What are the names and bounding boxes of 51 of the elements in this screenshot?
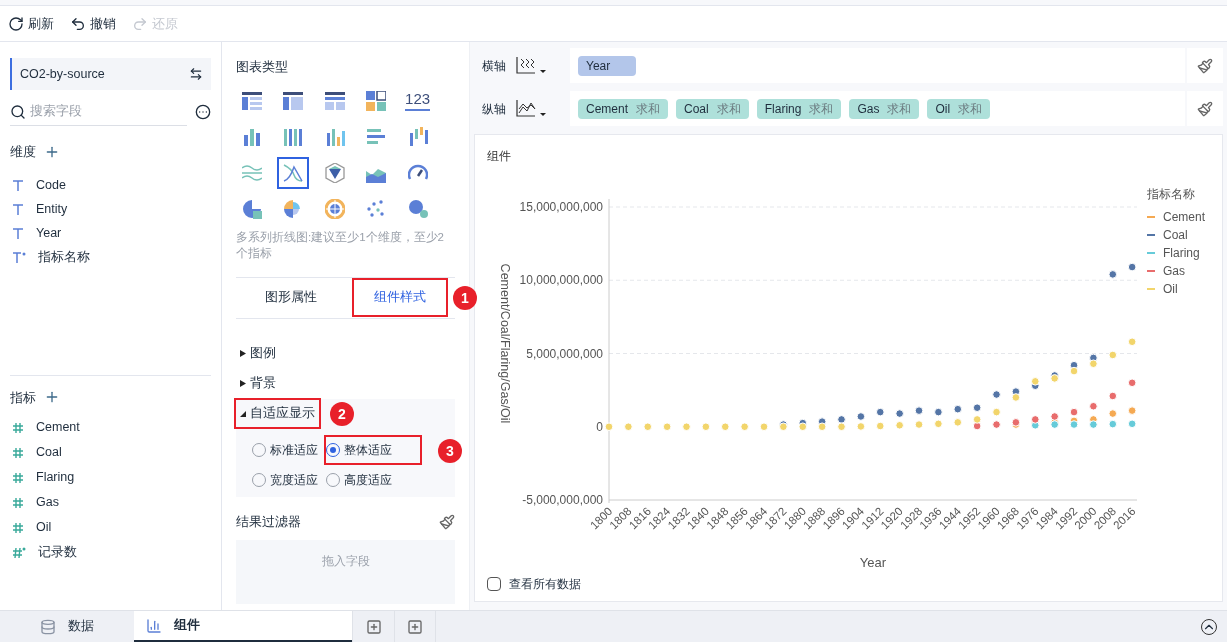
aggregation-label: 求和 [716,100,741,118]
dataset-name: CO2-by-source [20,65,105,83]
section-title: 图表类型 [236,59,289,76]
section-title: 指标 [10,388,36,407]
y-tick-label: 15,000,000,000 [519,200,603,214]
axis-name: 纵轴 [482,100,506,118]
radio-label: 宽度适应 [270,471,318,489]
step-number-badge: 2 [330,401,354,426]
field-name: Gas [36,494,59,512]
legend-title: 指标名称 [1147,186,1196,203]
field-name: Code [36,177,66,195]
y-axis-title: Cement/Coal/Flaring/Gas/Oil [498,263,512,424]
field-name: Entity [36,201,68,219]
step-number-badge: 1 [453,285,477,310]
field-name: Gas [857,100,880,118]
checkbox-label: 查看所有数据 [509,576,581,593]
y-tick-label: 10,000,000,000 [519,273,603,288]
radio-label: 标准适应 [270,441,318,459]
field-name: 记录数 [38,544,77,562]
field-name: Coal [684,100,709,118]
aggregation-label: 求和 [958,100,983,118]
field-name: Flaring [764,100,802,118]
aggregation-label: 求和 [636,100,661,118]
axis-name: 横轴 [482,57,506,75]
y-tick-label: 0 [596,419,603,434]
field-name: Year [36,225,62,243]
step-number-badge: 3 [438,438,462,463]
component-title: 组件 [487,148,512,165]
field-name: Coal [36,444,62,462]
radio-label: 高度适应 [344,471,392,489]
y-tick-label: -5,000,000,000 [522,493,603,507]
chart-type-hint: 多系列折线图:建议至少1个维度，至少2个指标 [236,229,445,261]
field-name: Flaring [36,469,75,487]
field-name: Year [586,57,611,75]
section-title: 维度 [10,143,36,161]
legend-label: Flaring [1163,245,1200,262]
field-name: Cement [586,100,629,118]
legend-label: Gas [1163,263,1185,280]
legend-label: Oil [1163,281,1178,298]
aggregation-label: 求和 [809,100,834,118]
field-name: Oil [36,519,52,537]
field-name: Cement [36,419,80,437]
legend-label: Cement [1163,209,1206,226]
field-name: Oil [935,100,951,118]
aggregation-label: 求和 [887,100,912,118]
field-name: 指标名称 [38,249,90,267]
section-title: 结果过滤器 [236,513,301,531]
legend-label: Coal [1163,227,1188,244]
radio-label: 整体适应 [344,441,392,459]
y-tick-label: 5,000,000,000 [526,346,603,361]
x-axis-title: Year [859,555,887,570]
